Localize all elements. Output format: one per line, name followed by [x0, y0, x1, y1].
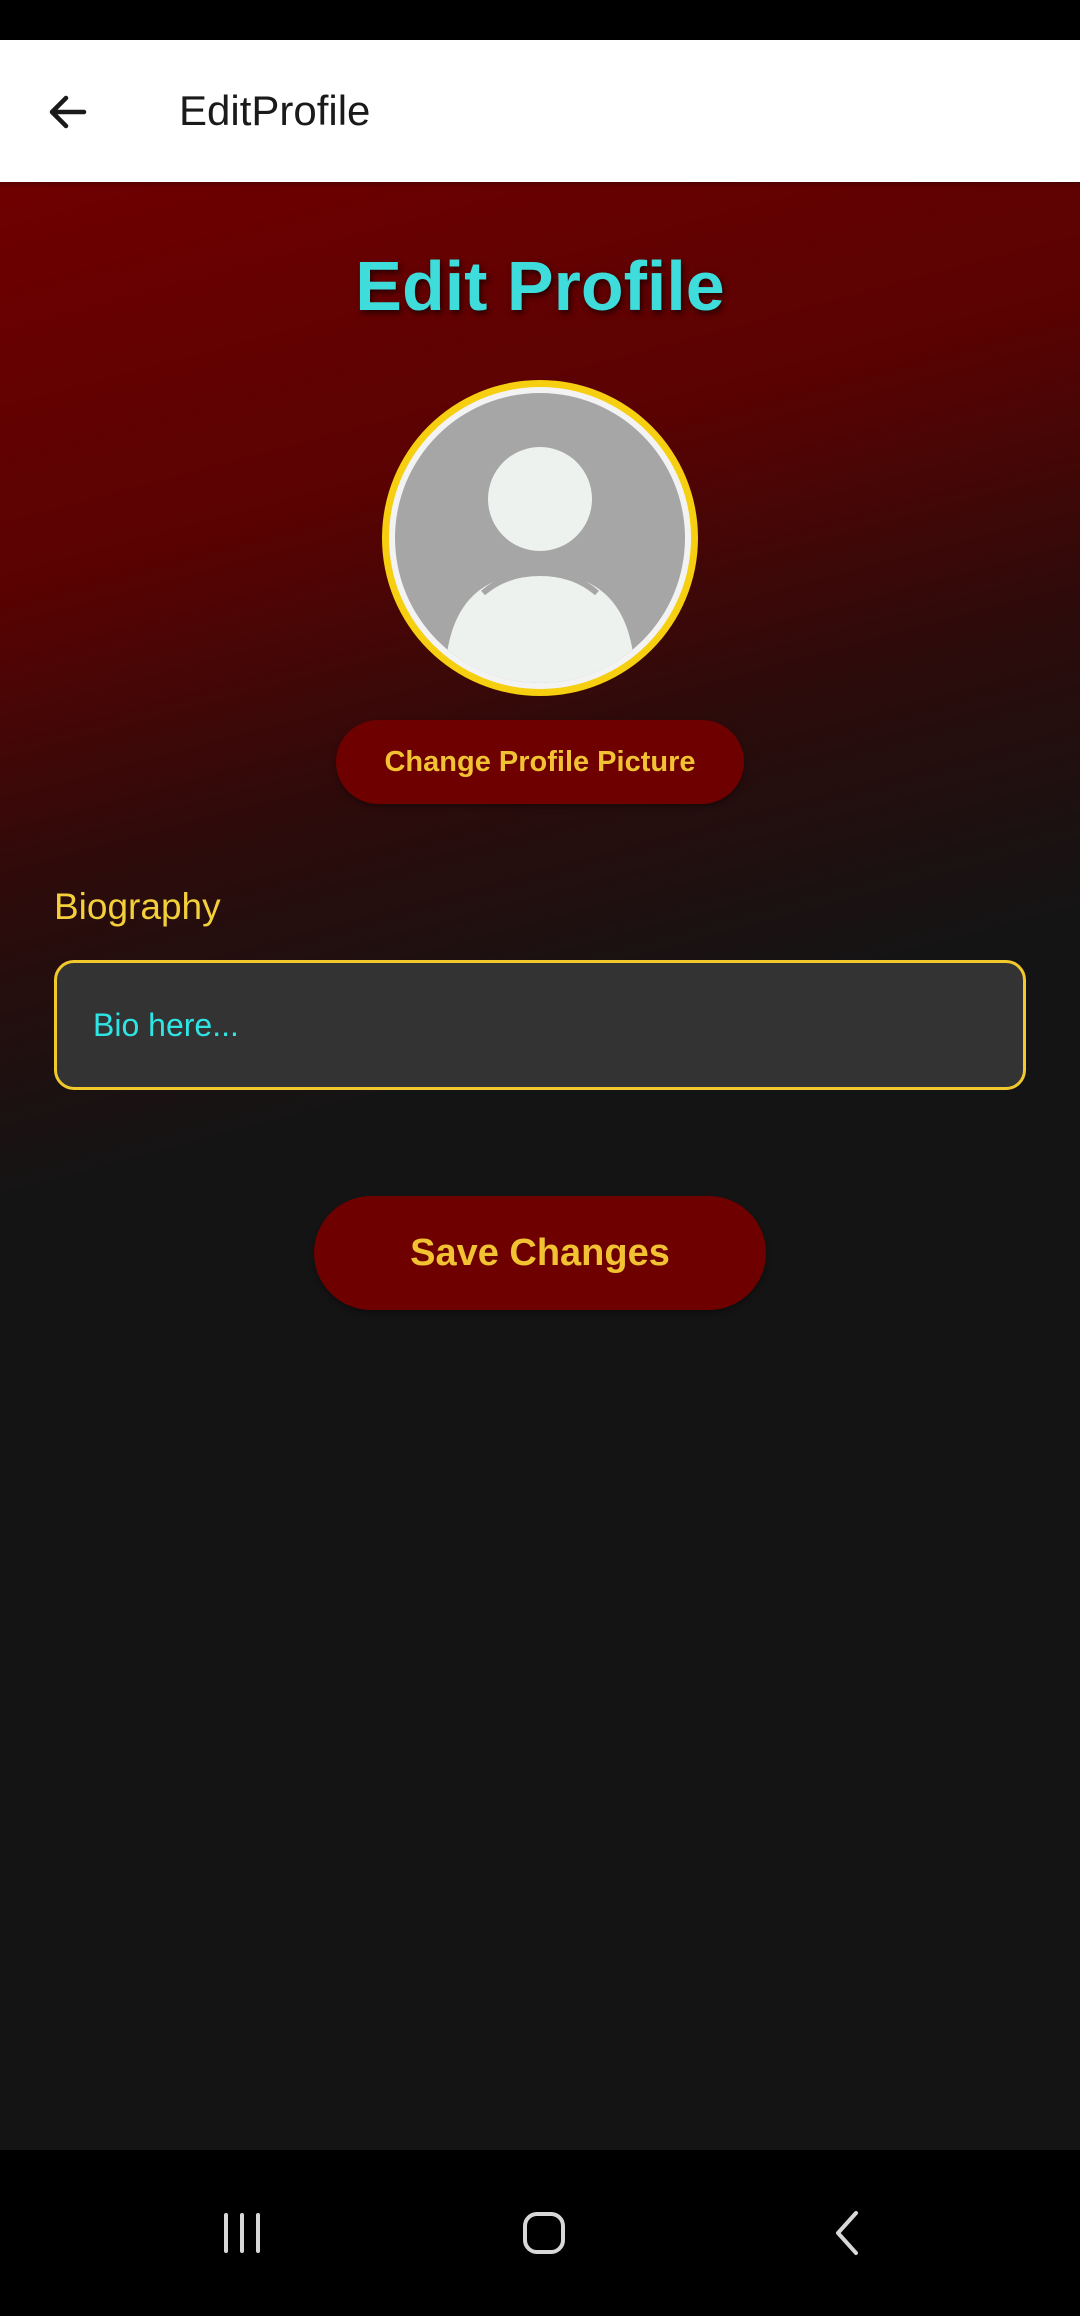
system-navigation-bar	[0, 2150, 1080, 2316]
biography-input[interactable]	[57, 963, 1023, 1087]
app-bar-title: EditProfile	[179, 87, 371, 134]
edit-profile-content: Edit Profile Change Profile Picture Biog…	[0, 182, 1080, 2150]
save-changes-button[interactable]: Save Changes	[314, 1196, 766, 1310]
back-button[interactable]	[28, 72, 108, 152]
recents-button[interactable]	[192, 2183, 292, 2283]
arrow-left-icon	[49, 95, 87, 129]
app-bar: EditProfile	[0, 40, 1080, 182]
avatar[interactable]	[382, 380, 698, 696]
nav-back-button[interactable]	[798, 2183, 898, 2283]
status-bar	[0, 0, 1080, 40]
home-button[interactable]	[494, 2183, 594, 2283]
nav-back-icon	[836, 2211, 858, 2255]
biography-label: Biography	[54, 886, 221, 927]
change-profile-picture-button[interactable]: Change Profile Picture	[336, 720, 744, 804]
recents-icon	[224, 2213, 260, 2253]
biography-field[interactable]	[54, 960, 1026, 1090]
page-title: Edit Profile	[355, 247, 725, 325]
person-placeholder-icon	[445, 447, 635, 683]
home-icon	[523, 2212, 565, 2254]
